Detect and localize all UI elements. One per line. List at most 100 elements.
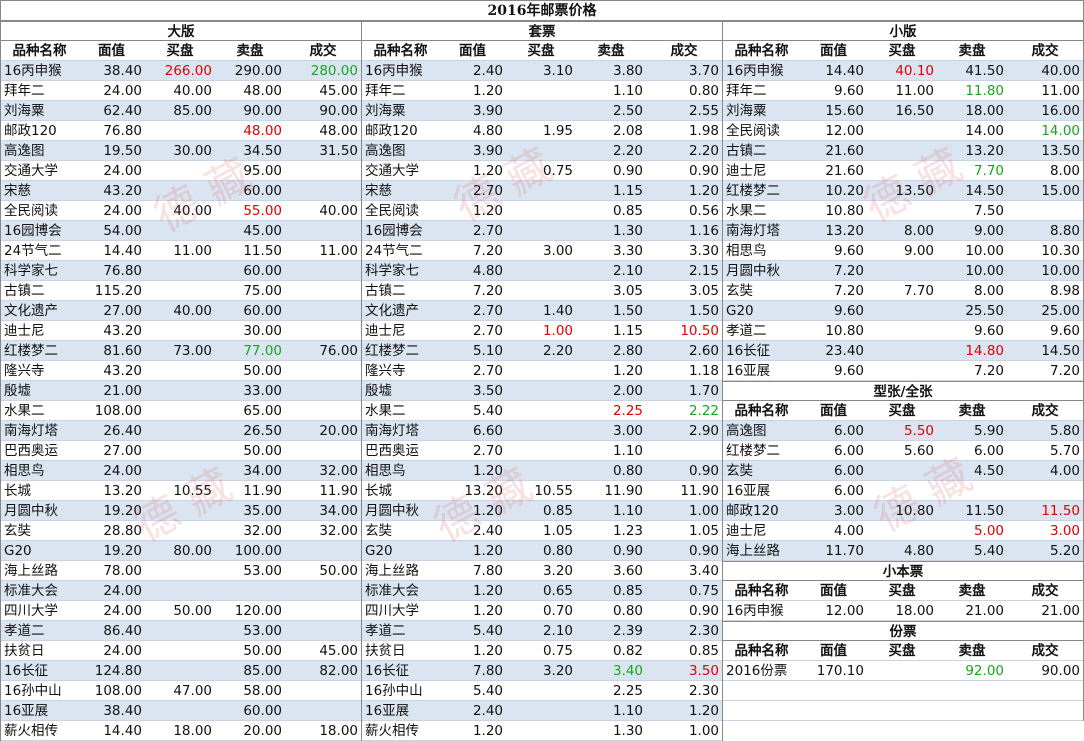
price-cell: 85.00 bbox=[243, 663, 282, 679]
table-row: 16孙中山 108.00 47.00 58.00 bbox=[1, 681, 361, 701]
stamp-name-cell: 玄奘 bbox=[4, 523, 31, 539]
price-cell: 2.55 bbox=[688, 103, 719, 119]
table-row: 宋慈 2.70 1.15 1.20 bbox=[362, 181, 722, 201]
price-cell: 7.20 bbox=[833, 283, 864, 299]
price-cell: 12.00 bbox=[825, 603, 864, 619]
price-cell: 14.50 bbox=[965, 183, 1004, 199]
stamp-name-cell: G20 bbox=[4, 543, 32, 559]
price-cell: 2.08 bbox=[612, 123, 643, 139]
table-row: 隆兴寺 43.20 50.00 bbox=[1, 361, 361, 381]
price-cell: 7.20 bbox=[1049, 363, 1080, 379]
table-row: 殷墟 21.00 33.00 bbox=[1, 381, 361, 401]
price-cell: 3.30 bbox=[612, 243, 643, 259]
right-panel: 小版 品种名称 面值 买盘 卖盘 成交 16丙申猴 14.40 40.10 41.50 40.00 拜… bbox=[722, 21, 1084, 721]
price-cell bbox=[145, 221, 215, 240]
price-cell: 2.22 bbox=[688, 403, 719, 419]
price-cell: 2.30 bbox=[688, 683, 719, 699]
price-cell bbox=[506, 221, 576, 240]
price-cell bbox=[145, 441, 215, 460]
column-header: 卖盘 bbox=[236, 43, 264, 59]
price-cell: 2.20 bbox=[612, 143, 643, 159]
price-cell: 85.00 bbox=[173, 103, 212, 119]
table-row: 刘海粟 62.40 85.00 90.00 90.00 bbox=[1, 101, 361, 121]
price-cell: 0.75 bbox=[542, 163, 573, 179]
price-cell: 14.80 bbox=[965, 343, 1004, 359]
column-header: 品种名称 bbox=[734, 643, 789, 659]
table-row: 标准大会 24.00 bbox=[1, 581, 361, 601]
price-cell: 6.00 bbox=[833, 423, 864, 439]
price-cell: 1.00 bbox=[542, 323, 573, 339]
price-cell: 50.00 bbox=[243, 443, 282, 459]
price-cell: 7.70 bbox=[973, 163, 1004, 179]
table-row: 高逸图 3.90 2.20 2.20 bbox=[362, 141, 722, 161]
column-header: 面值 bbox=[98, 43, 125, 59]
table-row: 红楼梦二 81.60 73.00 77.00 76.00 bbox=[1, 341, 361, 361]
price-cell: 60.00 bbox=[243, 303, 282, 319]
table-row: 巴西奥运 27.00 50.00 bbox=[1, 441, 361, 461]
price-cell: 0.80 bbox=[612, 603, 643, 619]
price-cell: 48.00 bbox=[243, 123, 282, 139]
price-cell bbox=[937, 481, 1007, 500]
price-cell: 1.40 bbox=[542, 303, 573, 319]
stamp-name-cell: 标准大会 bbox=[365, 583, 419, 599]
price-cell: 6.60 bbox=[472, 423, 503, 439]
table-row: 长城 13.20 10.55 11.90 11.90 bbox=[1, 481, 361, 501]
column-header: 买盘 bbox=[888, 643, 916, 659]
stamp-name-cell: 巴西奥运 bbox=[4, 443, 58, 459]
table-row: 科学家七 4.80 2.10 2.15 bbox=[362, 261, 722, 281]
stamp-name-cell: 16园博会 bbox=[4, 223, 62, 239]
price-cell: 1.10 bbox=[612, 443, 643, 459]
price-cell: 115.20 bbox=[94, 283, 142, 299]
table-row: 迪士尼 43.20 30.00 bbox=[1, 321, 361, 341]
price-cell: 55.00 bbox=[243, 203, 282, 219]
table-row: 孝道二 5.40 2.10 2.39 2.30 bbox=[362, 621, 722, 641]
price-cell bbox=[285, 581, 361, 600]
price-cell: 18.00 bbox=[173, 723, 212, 739]
price-cell: 5.40 bbox=[973, 543, 1004, 559]
price-cell: 3.05 bbox=[688, 283, 719, 299]
column-header: 成交 bbox=[1031, 583, 1059, 599]
price-cell bbox=[867, 521, 937, 540]
price-cell: 108.00 bbox=[94, 403, 142, 419]
price-cell: 10.00 bbox=[1041, 263, 1080, 279]
set-panel: 套票 品种名称 面值 买盘 卖盘 成交 16丙申猴 2.40 3.10 3.80 3.70 拜年二 1.… bbox=[361, 21, 723, 741]
table-row: 16亚展 2.40 1.10 1.20 bbox=[362, 701, 722, 721]
price-cell: 75.00 bbox=[243, 283, 282, 299]
table-row: 拜年二 24.00 40.00 48.00 45.00 bbox=[1, 81, 361, 101]
price-cell: 9.60 bbox=[973, 323, 1004, 339]
price-cell: 26.50 bbox=[243, 423, 282, 439]
table-row: 拜年二 1.20 1.10 0.80 bbox=[362, 81, 722, 101]
price-cell: 9.60 bbox=[833, 243, 864, 259]
price-cell: 4.00 bbox=[833, 523, 864, 539]
price-cell: 50.00 bbox=[243, 363, 282, 379]
price-cell: 1.00 bbox=[688, 503, 719, 519]
stamp-name-cell: 宋慈 bbox=[4, 183, 31, 199]
price-cell: 25.50 bbox=[965, 303, 1004, 319]
price-cell: 90.00 bbox=[1041, 663, 1080, 679]
table-row: 月圆中秋 19.20 35.00 34.00 bbox=[1, 501, 361, 521]
table-row: 红楼梦二 5.10 2.20 2.80 2.60 bbox=[362, 341, 722, 361]
stamp-name-cell: 交通大学 bbox=[365, 163, 419, 179]
price-cell: 3.20 bbox=[542, 663, 573, 679]
price-cell: 45.00 bbox=[243, 223, 282, 239]
price-cell: 41.50 bbox=[965, 63, 1004, 79]
price-cell: 0.90 bbox=[688, 543, 719, 559]
table-row: 孝道二 86.40 53.00 bbox=[1, 621, 361, 641]
price-cell: 4.80 bbox=[903, 543, 934, 559]
price-cell: 0.90 bbox=[612, 543, 643, 559]
price-cell: 90.00 bbox=[243, 103, 282, 119]
price-cell bbox=[285, 401, 361, 420]
stamp-name-cell: 水果二 bbox=[365, 403, 406, 419]
price-cell: 9.00 bbox=[973, 223, 1004, 239]
price-cell: 13.50 bbox=[895, 183, 934, 199]
table-row: 月圆中秋 7.20 10.00 10.00 bbox=[723, 261, 1083, 281]
price-cell: 50.00 bbox=[173, 603, 212, 619]
price-cell: 28.80 bbox=[103, 523, 142, 539]
price-cell: 2.50 bbox=[612, 103, 643, 119]
price-cell: 5.20 bbox=[1049, 543, 1080, 559]
column-header: 卖盘 bbox=[597, 43, 625, 59]
price-cell: 1.20 bbox=[472, 543, 503, 559]
price-cell: 7.80 bbox=[472, 563, 503, 579]
price-cell: 0.75 bbox=[542, 643, 573, 659]
stamp-name-cell: 相思鸟 bbox=[365, 463, 406, 479]
